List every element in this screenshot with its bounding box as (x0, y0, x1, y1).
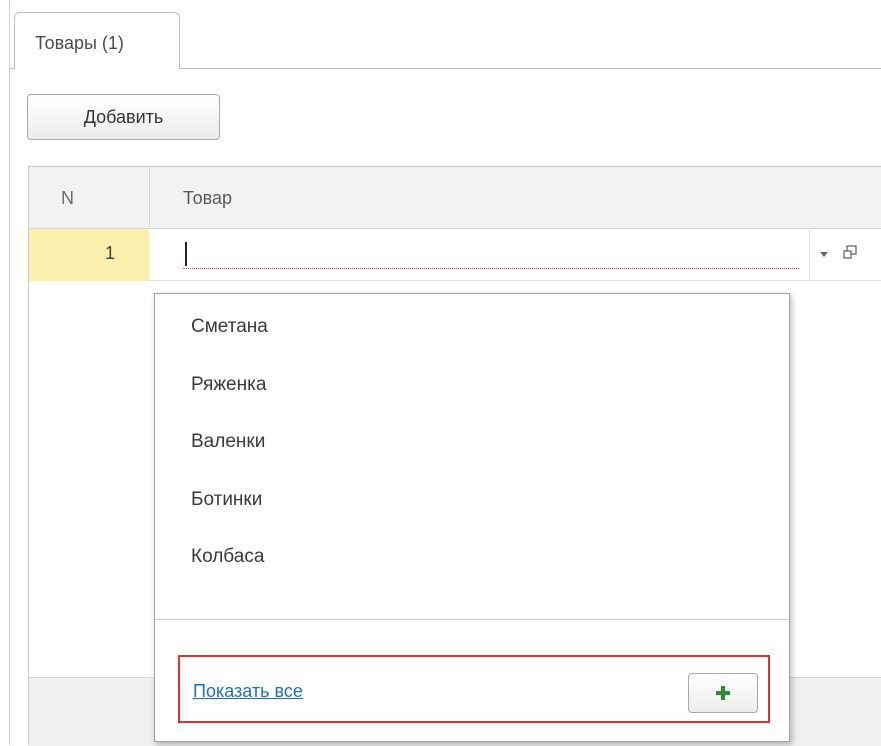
goods-input[interactable] (183, 239, 799, 269)
list-item[interactable]: Валенки (191, 431, 751, 461)
column-header-n[interactable]: N (61, 188, 74, 209)
tab-goods-label: Товары (1) (35, 33, 124, 53)
list-item[interactable]: Колбаса (191, 546, 751, 576)
text-caret (185, 242, 187, 266)
window-left-border (0, 0, 10, 745)
choice-dropdown: Сметана Ряженка Валенки Ботинки Колбаса … (154, 293, 790, 742)
create-new-button[interactable] (688, 673, 758, 713)
table-header: N Товар (29, 167, 881, 229)
add-button[interactable]: Добавить (27, 94, 220, 140)
table-row-number-cell[interactable]: 1 (29, 229, 149, 281)
column-separator (149, 167, 150, 229)
plus-icon (716, 686, 730, 700)
highlight-frame: Показать все (178, 655, 770, 723)
table-row-goods-cell[interactable] (149, 229, 881, 281)
tab-baseline-right (179, 68, 881, 69)
row-number: 1 (104, 243, 115, 263)
list-item[interactable]: Сметана (191, 316, 751, 346)
list-item[interactable]: Ботинки (191, 489, 751, 519)
dropdown-button[interactable] (809, 229, 840, 281)
chevron-down-icon (820, 252, 828, 257)
column-header-goods[interactable]: Товар (183, 188, 232, 209)
open-form-icon (843, 245, 857, 259)
open-form-button[interactable] (841, 243, 861, 263)
dropdown-divider (155, 619, 789, 620)
tab-goods[interactable]: Товары (1) (14, 12, 180, 69)
list-item[interactable]: Ряженка (191, 374, 751, 404)
show-all-link[interactable]: Показать все (193, 681, 303, 702)
